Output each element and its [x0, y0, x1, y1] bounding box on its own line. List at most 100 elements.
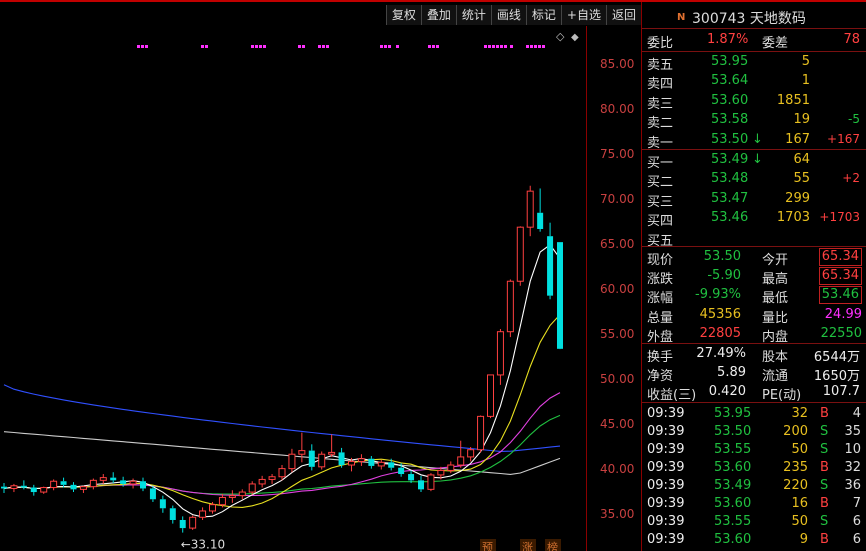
price-tick-label: 75.00 [600, 147, 635, 162]
tick-count: 10 [844, 442, 861, 457]
signal-dot [380, 45, 383, 48]
signal-dot [259, 45, 262, 48]
divider-line [642, 51, 866, 52]
stat-value: -5.90 [707, 268, 741, 284]
signal-dot [526, 45, 529, 48]
tick-row: 09:39 53.50 200 S 35 [642, 423, 866, 442]
tick-price: 53.50 [714, 424, 752, 439]
price-tick-label: 80.00 [600, 102, 635, 117]
candle [1, 483, 7, 493]
order-ratio-row: 委比 1.87% 委差 78 [642, 31, 866, 51]
overlay-button[interactable]: 叠加 [420, 5, 456, 25]
tick-count: 6 [852, 514, 861, 529]
new-stock-badge: N [677, 12, 686, 23]
divider-line [642, 246, 866, 247]
add-watchlist-button[interactable]: +自选 [560, 5, 606, 25]
tick-time: 09:39 [647, 442, 685, 457]
buy-order-row: 买三 53.47 299 [642, 190, 866, 210]
tick-row: 09:39 53.49 220 S 36 [642, 477, 866, 496]
order-level-label: 买四 [647, 214, 674, 230]
candle [547, 222, 554, 300]
wb-label: 委比 [647, 36, 674, 51]
event-tag[interactable]: 榜 [547, 540, 558, 551]
candle [110, 472, 117, 484]
quote-panel: N 300743 天地数码 委比 1.87% 委差 78 卖五 53.95 5 卖四 5… [642, 2, 866, 551]
restore-rights-button[interactable]: 复权 [385, 5, 421, 25]
candle [516, 226, 524, 286]
stat-label: 最高 [762, 272, 789, 288]
candle [338, 447, 345, 468]
candle [258, 475, 266, 488]
signal-dot [318, 45, 321, 48]
signal-dot [201, 45, 204, 48]
event-tag[interactable]: 涨 [522, 541, 533, 551]
candle [10, 483, 18, 493]
fund-label: 股本 [762, 350, 789, 365]
order-price: 53.48 [711, 171, 749, 187]
candle [60, 477, 67, 488]
fundamental-row: 收益(三) 0.420 PE(动) 107.7 [642, 383, 866, 403]
order-level-label: 卖一 [647, 135, 674, 151]
tick-count: 6 [852, 532, 861, 547]
stat-label: 现价 [647, 253, 674, 268]
buy-order-row: 买五 [642, 229, 866, 249]
tick-count: 36 [844, 478, 861, 493]
candle [357, 454, 365, 466]
signal-dot [428, 45, 431, 48]
order-level-label: 买一 [647, 156, 674, 171]
signal-dot [263, 45, 266, 48]
tick-price: 53.55 [714, 442, 752, 457]
tick-price: 53.60 [714, 496, 752, 511]
diamond-icon[interactable]: ◇ [556, 30, 565, 43]
kline-chart[interactable]: ◇ ◆ ←33.10 预 涨 榜 [0, 2, 641, 551]
fund-value: 6544万 [813, 350, 860, 365]
order-level-label: 买二 [647, 175, 674, 191]
stat-value: 53.50 [703, 249, 741, 264]
tick-side: S [820, 478, 829, 493]
candle [30, 484, 37, 496]
fundamental-row: 净资 5.89 流通 1650万 [642, 364, 866, 384]
signal-dot [388, 45, 391, 48]
tick-time: 09:39 [647, 496, 685, 511]
down-arrow-icon: ↓ [752, 152, 763, 167]
tick-volume: 220 [783, 478, 808, 493]
price-stat-row: 涨跌 -5.90 最高 65.34 [642, 267, 866, 288]
tick-side: B [820, 460, 829, 475]
fund-value: 1650万 [813, 369, 860, 384]
fund-value: 5.89 [717, 365, 746, 380]
tick-time: 09:39 [647, 406, 685, 421]
stat-value: 53.46 [818, 286, 862, 305]
tick-volume: 32 [791, 406, 808, 421]
divider-line [642, 343, 866, 344]
price-stat-row: 外盘 22805 内盘 22550 [642, 325, 866, 345]
back-button[interactable]: 返回 [605, 5, 641, 25]
signal-dot [396, 45, 399, 48]
fund-label: 收益(三) [647, 388, 697, 403]
price-tick-label: 70.00 [600, 192, 635, 207]
kline-chart-area[interactable]: ◇ ◆ ←33.10 预 涨 榜 85.00 80.00 75.00 70.00 65.00 60.… [0, 2, 641, 551]
tick-price: 53.55 [714, 514, 752, 529]
price-tick-label: 60.00 [600, 282, 635, 297]
stat-value: 65.34 [818, 248, 862, 266]
candle [487, 374, 494, 419]
sell-order-row: 卖一 53.50 ↓ 167 +167 [642, 131, 866, 151]
statistics-button[interactable]: 统计 [455, 5, 491, 25]
candle [189, 515, 197, 530]
tick-count: 35 [844, 424, 861, 439]
candle [169, 505, 176, 524]
stat-value: 65.34 [818, 267, 862, 286]
price-tick-label: 45.00 [600, 417, 635, 432]
mark-button[interactable]: 标记 [525, 5, 561, 25]
fund-value: 27.49% [696, 346, 746, 361]
candle [427, 473, 435, 492]
low-price-marker: ←33.10 [181, 538, 225, 551]
price-tick-label: 85.00 [600, 57, 635, 72]
tick-volume: 50 [791, 442, 808, 457]
diamond-filled-icon[interactable]: ◆ [571, 32, 579, 43]
signal-dot [137, 45, 140, 48]
draw-line-button[interactable]: 画线 [490, 5, 526, 25]
signal-dot [255, 45, 258, 48]
fund-label: 净资 [647, 369, 674, 384]
signal-dot [205, 45, 208, 48]
event-tag[interactable]: 预 [482, 541, 493, 551]
